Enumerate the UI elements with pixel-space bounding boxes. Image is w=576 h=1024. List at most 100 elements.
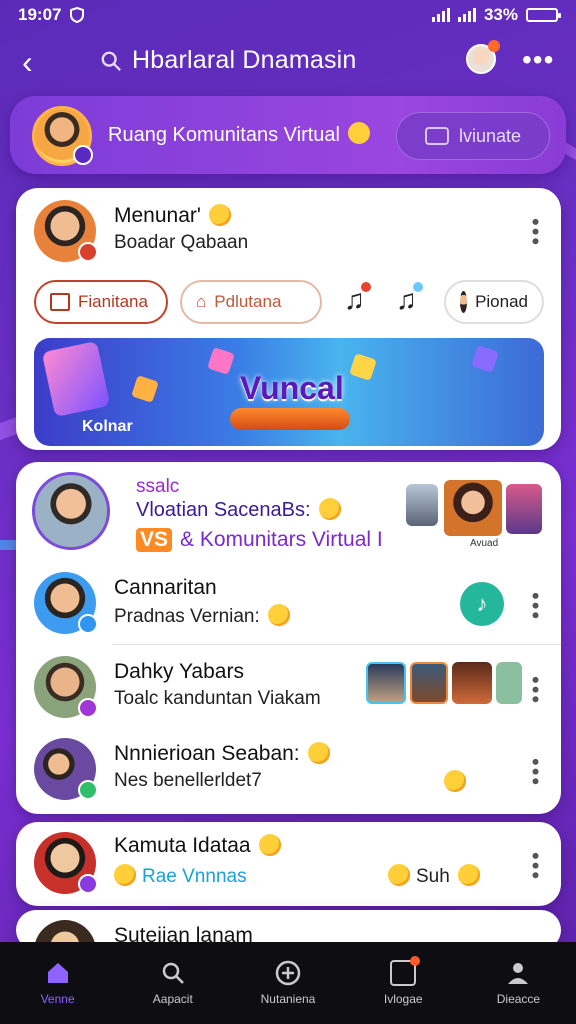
more-vertical-icon[interactable]: ••• xyxy=(523,592,548,621)
chip-pdlutana[interactable]: ⌂ Pdlutana xyxy=(180,280,322,324)
stage-graphic xyxy=(230,408,350,430)
verified-badge-icon xyxy=(73,145,93,165)
member-subtitle: Toalc kanduntan Viakam xyxy=(114,688,321,709)
reaction-emoji-icon[interactable] xyxy=(444,770,466,792)
event-tag: ssalc xyxy=(136,476,180,497)
chip-fianitana[interactable]: Fianitana xyxy=(34,280,168,324)
verified-badge-icon xyxy=(78,874,98,894)
music-note-icon[interactable]: ♫ xyxy=(344,282,371,316)
back-icon[interactable]: ‹ xyxy=(22,46,33,78)
avatar xyxy=(460,291,468,313)
event-subtitle-text: & Komunitars Virtual I xyxy=(180,528,383,551)
smile-emoji-icon xyxy=(307,742,330,764)
event-subtitle: VS & Komunitars Virtual I xyxy=(136,528,383,552)
music-action-button[interactable]: ♪ xyxy=(460,582,504,626)
battery-percent: 33% xyxy=(483,5,518,24)
member-subtitle: Rae Vnnnas xyxy=(114,864,247,888)
post-subtitle: Boadar Qabaan xyxy=(114,232,249,253)
top-bar: ‹ Hbarlaral Dnamasin ••• xyxy=(0,36,576,88)
community-action-button[interactable]: lviunate xyxy=(396,112,550,160)
search-icon xyxy=(162,962,184,984)
decor-block xyxy=(207,347,235,375)
chip-label: Pdlutana xyxy=(214,292,282,311)
tab-home[interactable]: Venne xyxy=(0,942,115,1024)
card-tile-graphic xyxy=(41,340,111,418)
photo-thumbnail[interactable] xyxy=(410,662,448,704)
post-author-name-text: Menunar' xyxy=(114,204,201,227)
signal-icon xyxy=(431,8,450,22)
member-subtitle: Nes benellerldet7 xyxy=(114,770,262,791)
notification-dot xyxy=(410,956,421,966)
smile-emoji-icon xyxy=(348,122,370,144)
more-vertical-icon[interactable]: ••• xyxy=(523,758,548,787)
profile-avatar[interactable] xyxy=(466,40,500,74)
music-note-icon[interactable]: ♫ xyxy=(396,282,423,316)
tab-label: Venne xyxy=(40,992,75,1006)
member-subtitle-text: Pradnas Vernian: xyxy=(114,606,260,627)
member-card[interactable]: Kamuta Idataa Rae Vnnnas Suh ••• xyxy=(16,822,561,906)
join-icon xyxy=(424,127,449,145)
event-thumbnail[interactable] xyxy=(506,484,542,534)
promo-banner[interactable]: Vuncal Kolnar xyxy=(34,338,544,446)
event-card[interactable]: ssalc Vloatian SacenaBs: VS & Komunitars … xyxy=(16,462,561,814)
search-icon[interactable] xyxy=(100,50,122,72)
community-avatar xyxy=(32,106,93,166)
chip-pionad[interactable]: Pionad xyxy=(444,280,544,324)
member-subtitle-text: Rae Vnnnas xyxy=(142,866,247,887)
card-suffix-text: Suh xyxy=(416,866,450,887)
shield-icon xyxy=(70,7,85,23)
photo-thumbnail[interactable] xyxy=(452,662,492,704)
chip-label: Fianitana xyxy=(78,292,148,311)
photo-thumbnail[interactable] xyxy=(496,662,522,704)
tab-label: Aapacit xyxy=(152,992,193,1006)
tab-label: Dieacce xyxy=(496,992,541,1006)
verified-badge-icon xyxy=(78,614,98,634)
more-vertical-icon[interactable]: ••• xyxy=(523,852,548,881)
member-name-text: Kamuta Idataa xyxy=(114,834,251,857)
tab-messages[interactable]: Ivlogae xyxy=(346,942,461,1024)
divider xyxy=(112,644,561,645)
tongue-emoji-icon xyxy=(388,864,410,886)
post-card[interactable]: Menunar' Boadar Qabaan ••• Fianitana ⌂ Pd… xyxy=(16,188,561,450)
community-title-text: Ruang Komunitans Virtual xyxy=(108,124,340,146)
more-vertical-icon[interactable]: ••• xyxy=(523,676,548,705)
tab-profile[interactable]: Dieacce xyxy=(461,942,576,1024)
community-header[interactable]: Ruang Komunitans Virtual lviunate xyxy=(10,96,566,174)
home-icon xyxy=(47,963,68,983)
profile-icon xyxy=(508,963,529,984)
decor-block xyxy=(131,375,159,403)
vs-badge: VS xyxy=(136,528,173,552)
notification-dot xyxy=(361,282,371,292)
event-avatar[interactable] xyxy=(32,472,110,550)
cat-emoji-icon xyxy=(114,864,136,886)
event-thumbnail[interactable] xyxy=(444,480,502,536)
decor-block xyxy=(471,345,499,373)
tab-search[interactable]: Aapacit xyxy=(115,942,230,1024)
event-thumbnail[interactable] xyxy=(406,484,438,526)
tab-label: Ivlogae xyxy=(383,992,423,1006)
verified-badge-icon xyxy=(78,780,98,800)
decor-block xyxy=(349,353,377,381)
more-vertical-icon[interactable]: ••• xyxy=(523,218,548,247)
banner-title: Vuncal xyxy=(240,370,344,406)
notification-dot xyxy=(413,282,423,292)
thumbnail-caption: Avuad xyxy=(470,538,499,549)
post-author-name: Menunar' xyxy=(114,204,231,228)
tab-label: Nutaniena xyxy=(260,992,316,1006)
member-name: Dahky Yabars xyxy=(114,660,244,683)
verified-badge-icon xyxy=(78,242,98,262)
laugh-emoji-icon xyxy=(457,864,480,886)
member-name: Cannaritan xyxy=(114,576,217,599)
community-action-label: lviunate xyxy=(458,125,522,146)
signal-icon xyxy=(457,8,476,22)
more-icon[interactable]: ••• xyxy=(522,44,554,76)
tab-create[interactable]: Nutaniena xyxy=(230,942,345,1024)
bottom-tab-bar: Venne Aapacit Nutaniena Ivlogae Dieacce xyxy=(0,942,576,1024)
add-circle-icon xyxy=(275,960,301,986)
photo-thumbnail[interactable] xyxy=(366,662,406,704)
chip-label: Pionad xyxy=(475,292,528,311)
page-title: Hbarlaral Dnamasin xyxy=(132,46,357,74)
card-suffix: Suh xyxy=(388,864,480,888)
smile-emoji-icon xyxy=(208,204,231,226)
notification-dot xyxy=(488,40,500,52)
